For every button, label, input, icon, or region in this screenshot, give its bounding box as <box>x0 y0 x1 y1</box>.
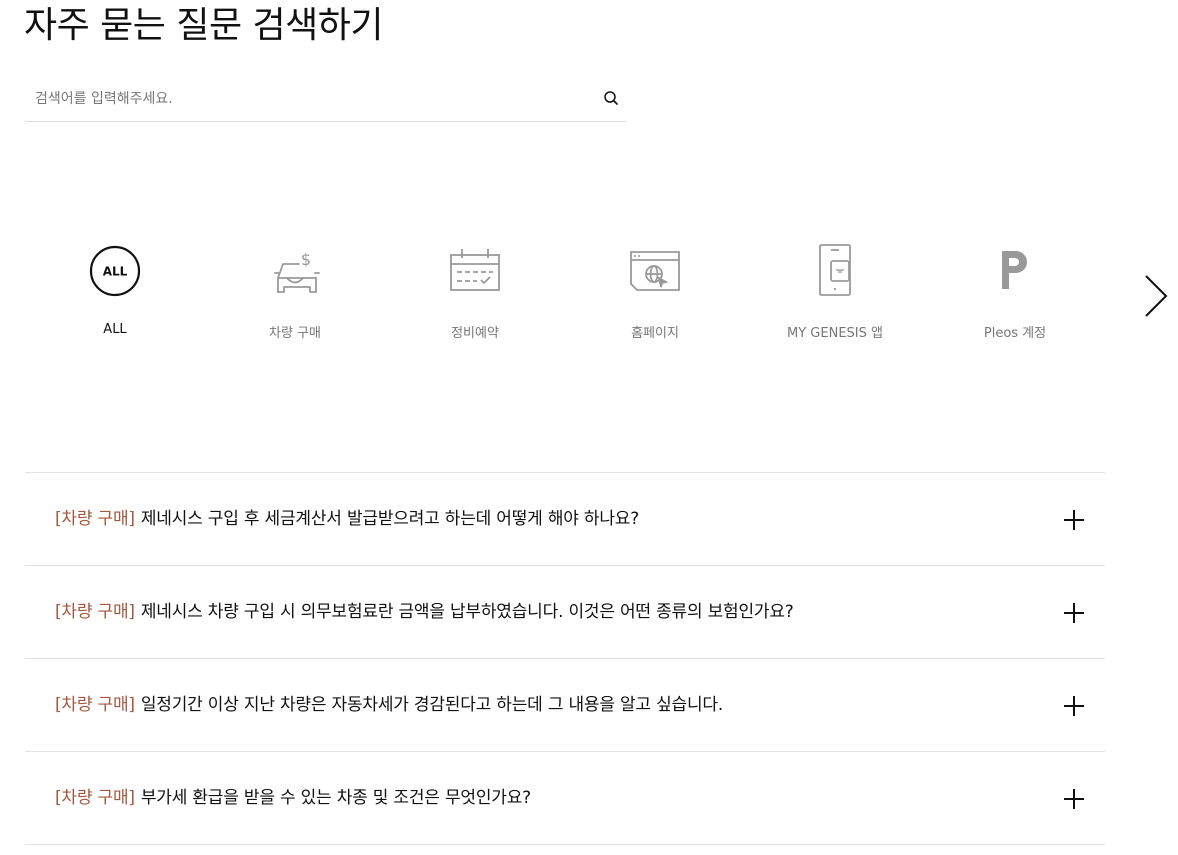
faq-item[interactable]: [차량 구매] 제네시스 차량 구입 시 의무보험료란 금액을 납부하였습니다. … <box>25 566 1105 659</box>
faq-item-text: [차량 구매] 부가세 환급을 받을 수 있는 차종 및 조건은 무엇인가요? <box>55 787 531 809</box>
category-label-homepage: 홈페이지 <box>631 326 679 341</box>
faq-item-text: [차량 구매] 제네시스 차량 구입 시 의무보험료란 금액을 납부하였습니다. … <box>55 601 794 623</box>
search-button[interactable] <box>600 88 622 110</box>
faq-item-text: [차량 구매] 제네시스 구입 후 세금계산서 발급받으려고 하는데 어떻게 해야… <box>55 508 639 530</box>
plus-icon[interactable] <box>1063 788 1085 810</box>
category-tab-service-booking[interactable]: 정비예약 <box>385 240 565 350</box>
browser-globe-icon <box>630 251 680 291</box>
faq-question: 일정기간 이상 지난 차량은 자동차세가 경감된다고 하는데 그 내용을 알고 … <box>140 695 724 715</box>
category-tab-car-purchase[interactable]: $ 차량 구매 <box>205 240 385 350</box>
faq-item-text: [차량 구매] 일정기간 이상 지난 차량은 자동차세가 경감된다고 하는데 그 … <box>55 694 723 716</box>
category-tab-homepage[interactable]: 홈페이지 <box>565 240 745 350</box>
faq-item[interactable]: [차량 구매] 일정기간 이상 지난 차량은 자동차세가 경감된다고 하는데 그 … <box>25 659 1105 752</box>
car-purchase-icon: $ <box>274 250 320 293</box>
category-label-service-booking: 정비예약 <box>451 326 499 341</box>
phone-app-icon <box>819 244 851 296</box>
category-label-pleos-account: Pleos 계정 <box>983 326 1047 341</box>
pleos-logo-icon <box>1002 251 1027 289</box>
category-label-car-purchase: 차량 구매 <box>269 326 321 341</box>
faq-category-tag: [차량 구매] <box>55 509 135 529</box>
search-icon <box>604 91 618 105</box>
calendar-icon <box>450 249 500 291</box>
faq-item[interactable]: [차량 구매] 제네시스 구입 후 세금계산서 발급받으려고 하는데 어떻게 해야… <box>25 473 1105 566</box>
faq-question: 제네시스 차량 구입 시 의무보험료란 금액을 납부하였습니다. 이것은 어떤 … <box>140 602 794 622</box>
category-label-my-genesis-app: MY GENESIS 앱 <box>787 326 883 341</box>
plus-icon[interactable] <box>1063 509 1085 531</box>
svg-text:$: $ <box>301 250 311 269</box>
search-bar <box>25 78 626 122</box>
plus-icon[interactable] <box>1063 602 1085 624</box>
faq-list: [차량 구매] 제네시스 구입 후 세금계산서 발급받으려고 하는데 어떻게 해야… <box>25 472 1105 845</box>
category-label-all: ALL <box>103 322 127 337</box>
search-input[interactable] <box>25 78 595 120</box>
category-tab-all[interactable]: ALL ALL <box>25 240 205 350</box>
all-icon-text: ALL <box>103 265 128 279</box>
all-icon: ALL <box>89 245 141 297</box>
faq-item[interactable]: [차량 구매] 부가세 환급을 받을 수 있는 차종 및 조건은 무엇인가요? <box>25 752 1105 845</box>
page-title: 자주 묻는 질문 검색하기 <box>24 5 384 46</box>
category-tab-my-genesis-app[interactable]: MY GENESIS 앱 <box>745 240 925 350</box>
category-tabs: ALL ALL $ 차량 구매 정비예약 홈페이지 MY GENESIS 앱 P… <box>25 240 1105 350</box>
faq-category-tag: [차량 구매] <box>55 602 135 622</box>
chevron-right-icon[interactable] <box>1139 272 1175 320</box>
plus-icon[interactable] <box>1063 695 1085 717</box>
faq-category-tag: [차량 구매] <box>55 695 135 715</box>
category-tab-pleos-account[interactable]: Pleos 계정 <box>925 240 1105 350</box>
faq-question: 부가세 환급을 받을 수 있는 차종 및 조건은 무엇인가요? <box>140 788 531 808</box>
faq-category-tag: [차량 구매] <box>55 788 135 808</box>
faq-question: 제네시스 구입 후 세금계산서 발급받으려고 하는데 어떻게 해야 하나요? <box>140 509 640 529</box>
